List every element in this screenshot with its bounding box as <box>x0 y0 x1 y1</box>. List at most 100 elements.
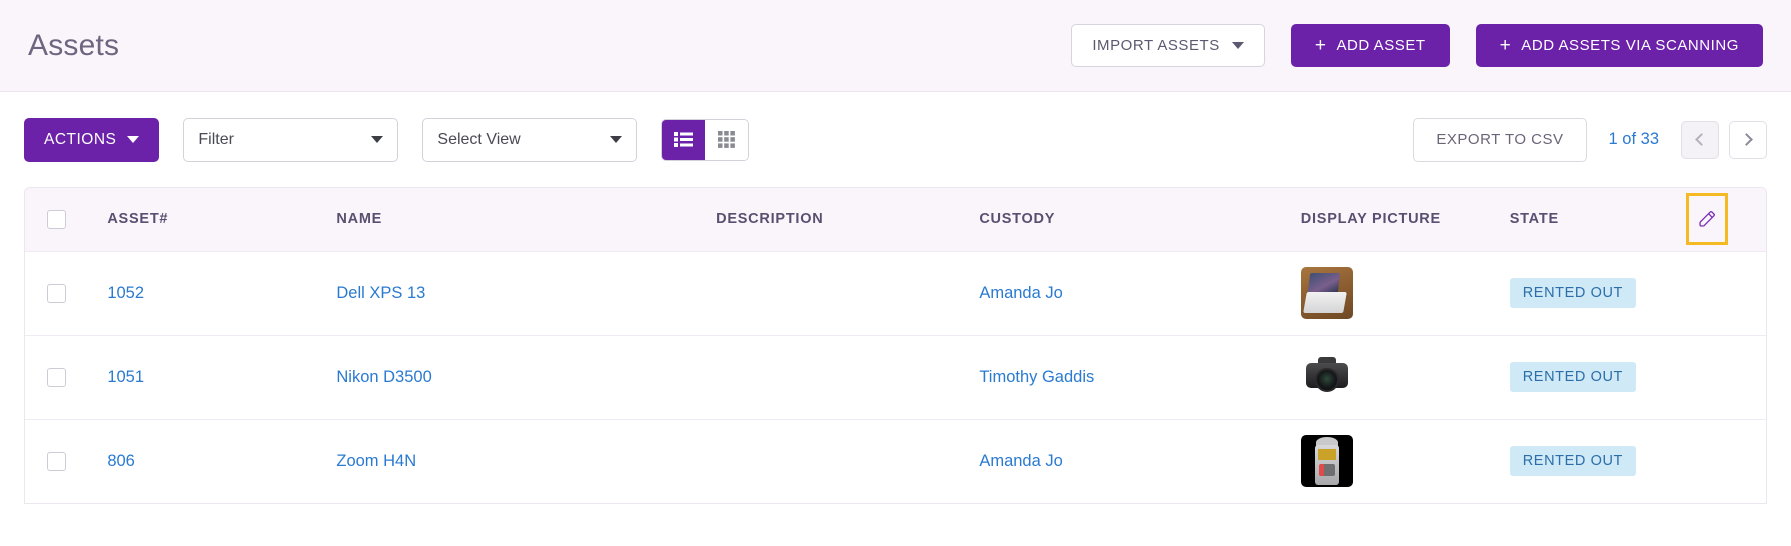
view-toggle-group <box>661 118 750 161</box>
cell-custody: Amanda Jo <box>969 251 1290 335</box>
cell-row-actions <box>1676 335 1766 419</box>
status-badge: RENTED OUT <box>1509 278 1636 308</box>
plus-icon: + <box>1314 35 1327 56</box>
chevron-down-icon <box>371 136 384 143</box>
table-row[interactable]: 806 Zoom H4N Amanda Jo RENTED OUT <box>25 419 1766 503</box>
table-row[interactable]: 1052 Dell XPS 13 Amanda Jo RENTED OUT <box>25 251 1766 335</box>
asset-name-link[interactable]: Zoom H4N <box>336 452 416 470</box>
cell-custody: Amanda Jo <box>969 419 1290 503</box>
custody-link[interactable]: Amanda Jo <box>979 452 1062 470</box>
cell-name: Nikon D3500 <box>326 335 706 419</box>
asset-number-link[interactable]: 1051 <box>107 368 144 386</box>
cell-display-picture <box>1291 251 1500 335</box>
cell-row-actions <box>1676 251 1766 335</box>
assets-table: ASSET# NAME DESCRIPTION CUSTODY DISPLAY … <box>25 188 1766 503</box>
asset-name-link[interactable]: Dell XPS 13 <box>336 284 425 302</box>
header-edit-columns <box>1676 188 1766 251</box>
cell-name: Dell XPS 13 <box>326 251 706 335</box>
chevron-right-icon <box>1740 133 1753 146</box>
cell-state: RENTED OUT <box>1500 419 1676 503</box>
add-assets-via-scanning-button[interactable]: + ADD ASSETS VIA SCANNING <box>1475 24 1763 67</box>
laptop-on-desk-thumbnail[interactable] <box>1300 267 1353 319</box>
cell-description <box>706 251 969 335</box>
pencil-edit-icon <box>1698 211 1715 227</box>
header-asset-number[interactable]: ASSET# <box>97 188 326 251</box>
add-assets-via-scanning-label: ADD ASSETS VIA SCANNING <box>1521 37 1739 54</box>
cell-asset-number: 1051 <box>97 335 326 419</box>
chevron-down-icon <box>610 136 623 143</box>
filter-select[interactable]: Filter <box>183 117 399 162</box>
cell-description <box>706 419 969 503</box>
chevron-down-icon <box>1231 42 1244 49</box>
view-select-value: Select View <box>437 130 521 148</box>
actions-label: ACTIONS <box>44 130 117 148</box>
pagination-controls <box>1681 120 1767 159</box>
assets-table-container: ASSET# NAME DESCRIPTION CUSTODY DISPLAY … <box>24 187 1767 504</box>
next-page-button[interactable] <box>1729 120 1767 159</box>
row-select-cell <box>25 419 97 503</box>
status-badge: RENTED OUT <box>1509 446 1636 477</box>
custody-link[interactable]: Amanda Jo <box>979 284 1062 302</box>
row-checkbox[interactable] <box>47 451 66 471</box>
add-asset-button[interactable]: + ADD ASSET <box>1290 24 1450 67</box>
pagination-status: 1 of 33 <box>1608 130 1659 148</box>
table-toolbar: ACTIONS Filter Select View EXPORT TO CSV… <box>0 92 1791 187</box>
header-state[interactable]: STATE <box>1500 188 1676 251</box>
edit-columns-button[interactable] <box>1685 193 1728 246</box>
list-view-icon <box>674 132 694 147</box>
add-asset-label: ADD ASSET <box>1336 37 1426 54</box>
camera-lens <box>1314 368 1339 392</box>
page-title: Assets <box>28 28 120 62</box>
cell-row-actions <box>1676 419 1766 503</box>
asset-number-link[interactable]: 1052 <box>107 284 144 302</box>
chevron-left-icon <box>1695 133 1708 146</box>
recorder-screen <box>1317 449 1336 461</box>
chevron-down-icon <box>127 136 140 143</box>
grid-view-button[interactable] <box>705 119 749 160</box>
cell-custody: Timothy Gaddis <box>969 335 1290 419</box>
filter-select-value: Filter <box>198 130 234 148</box>
row-checkbox[interactable] <box>47 367 66 387</box>
cell-state: RENTED OUT <box>1500 335 1676 419</box>
recorder-keys <box>1318 464 1335 477</box>
asset-name-link[interactable]: Nikon D3500 <box>336 368 431 386</box>
toolbar-right: EXPORT TO CSV 1 of 33 <box>1413 117 1767 162</box>
table-head: ASSET# NAME DESCRIPTION CUSTODY DISPLAY … <box>25 188 1766 251</box>
cell-asset-number: 1052 <box>97 251 326 335</box>
table-row[interactable]: 1051 Nikon D3500 Timothy Gaddis RENTED O… <box>25 335 1766 419</box>
import-assets-button[interactable]: IMPORT ASSETS <box>1071 24 1265 67</box>
import-assets-label: IMPORT ASSETS <box>1092 37 1220 54</box>
cell-asset-number: 806 <box>97 419 326 503</box>
header-name[interactable]: NAME <box>326 188 706 251</box>
table-body: 1052 Dell XPS 13 Amanda Jo RENTED OUT 10… <box>25 251 1766 503</box>
custody-link[interactable]: Timothy Gaddis <box>979 368 1094 386</box>
previous-page-button[interactable] <box>1681 120 1719 159</box>
row-select-cell <box>25 251 97 335</box>
row-select-cell <box>25 335 97 419</box>
header-display-picture[interactable]: DISPLAY PICTURE <box>1291 188 1500 251</box>
grid-view-icon <box>718 131 736 148</box>
plus-icon: + <box>1499 35 1512 56</box>
view-select[interactable]: Select View <box>422 117 638 162</box>
header-actions: IMPORT ASSETS + ADD ASSET + ADD ASSETS V… <box>1071 24 1763 67</box>
header-custody[interactable]: CUSTODY <box>969 188 1290 251</box>
status-badge: RENTED OUT <box>1509 362 1636 392</box>
cell-display-picture <box>1291 335 1500 419</box>
row-checkbox[interactable] <box>47 283 66 303</box>
cell-name: Zoom H4N <box>326 419 706 503</box>
cell-description <box>706 335 969 419</box>
cell-display-picture <box>1291 419 1500 503</box>
asset-number-link[interactable]: 806 <box>107 452 135 470</box>
export-to-csv-label: EXPORT TO CSV <box>1436 131 1564 148</box>
actions-button[interactable]: ACTIONS <box>24 117 160 162</box>
list-view-button[interactable] <box>662 119 706 160</box>
export-to-csv-button[interactable]: EXPORT TO CSV <box>1413 117 1587 162</box>
header-description[interactable]: DESCRIPTION <box>706 188 969 251</box>
dslr-camera-thumbnail[interactable] <box>1300 351 1353 403</box>
cell-state: RENTED OUT <box>1500 251 1676 335</box>
select-all-checkbox[interactable] <box>47 209 66 229</box>
header-select-all <box>25 188 97 251</box>
table-header-row: ASSET# NAME DESCRIPTION CUSTODY DISPLAY … <box>25 188 1766 251</box>
audio-recorder-thumbnail[interactable] <box>1300 435 1353 488</box>
page-header: Assets IMPORT ASSETS + ADD ASSET + ADD A… <box>0 0 1791 92</box>
